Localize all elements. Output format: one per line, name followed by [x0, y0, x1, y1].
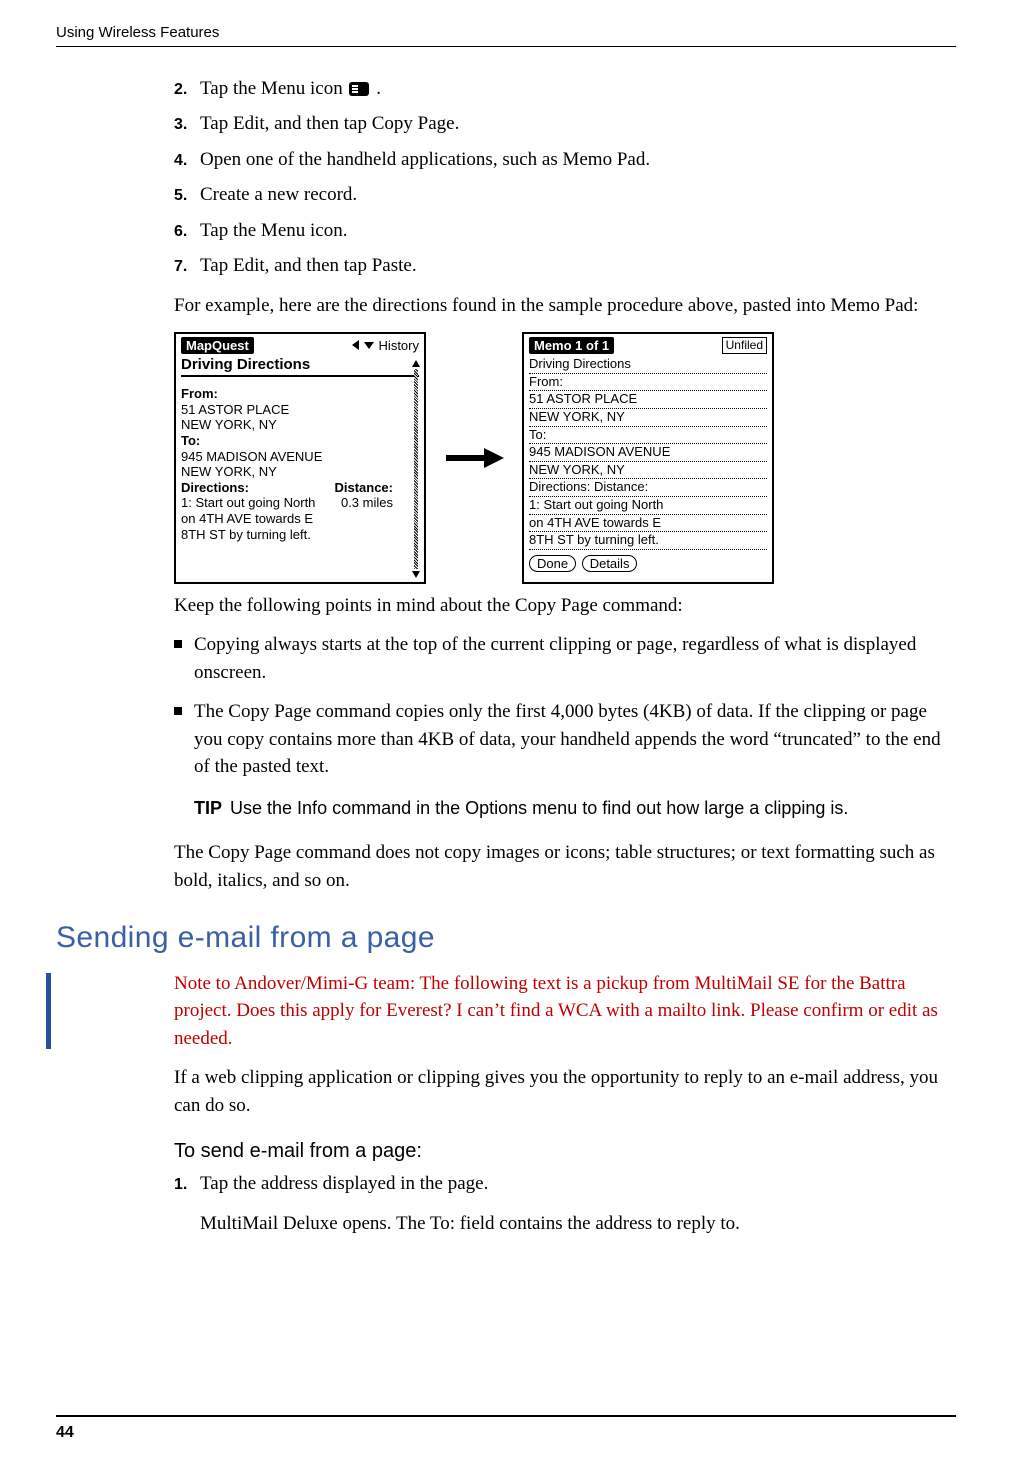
mapquest-body: From: 51 ASTOR PLACE NEW YORK, NY To: 94… [181, 380, 419, 542]
bullet-icon [174, 640, 182, 648]
directions-label: Directions: [181, 480, 249, 496]
memo-line: 945 MADISON AVENUE [529, 444, 767, 462]
direction-step-1b: on 4TH AVE towards E [181, 511, 407, 527]
back-icon[interactable] [352, 340, 359, 350]
scroll-up-icon[interactable] [412, 360, 420, 367]
step-5: 5. Create a new record. [174, 181, 956, 209]
distance-label: Distance: [334, 480, 393, 496]
tip-label: TIP [194, 798, 222, 818]
mapquest-heading: Driving Directions [181, 356, 419, 377]
step-2: 2. Tap the Menu icon . [174, 75, 956, 103]
step-number: 2. [174, 78, 196, 101]
step-number: 5. [174, 184, 196, 207]
tip-block: TIP Use the Info command in the Options m… [194, 795, 956, 821]
revision-bar [46, 973, 51, 1050]
from-label: From: [181, 386, 407, 402]
memo-line: on 4TH AVE towards E [529, 515, 767, 533]
memo-line: To: [529, 427, 767, 445]
section-heading: Sending e-mail from a page [56, 916, 956, 960]
figure-row: MapQuest History Driving Directions From… [174, 332, 956, 584]
details-button[interactable]: Details [582, 555, 638, 573]
memo-screen: Memo 1 of 1 Unfiled Driving Directions F… [522, 332, 774, 584]
step-number: 4. [174, 149, 196, 172]
scroll-down-icon[interactable] [412, 571, 420, 578]
to-line-2: NEW YORK, NY [181, 464, 407, 480]
revision-note: Note to Andover/Mimi-G team: The followi… [174, 970, 956, 1053]
distance-1: 0.3 miles [341, 495, 393, 511]
memo-body: Driving Directions From: 51 ASTOR PLACE … [529, 356, 767, 550]
menu-icon [349, 82, 369, 96]
step-text: Tap Edit, and then tap Copy Page. [200, 110, 459, 138]
dropdown-icon[interactable] [364, 342, 374, 349]
example-paragraph: For example, here are the directions fou… [174, 292, 956, 320]
memo-line: Driving Directions [529, 356, 767, 374]
bullet-text: The Copy Page command copies only the fi… [194, 698, 956, 781]
memo-line: 1: Start out going North [529, 497, 767, 515]
steps-list: 2. Tap the Menu icon . 3. Tap Edit, and … [174, 75, 956, 280]
bullet-item: The Copy Page command copies only the fi… [174, 698, 956, 781]
bullet-text: Copying always starts at the top of the … [194, 631, 956, 686]
memo-line: NEW YORK, NY [529, 462, 767, 480]
bullet-list: Copying always starts at the top of the … [174, 631, 956, 781]
keep-in-mind-paragraph: Keep the following points in mind about … [174, 592, 956, 620]
from-line-1: 51 ASTOR PLACE [181, 402, 407, 418]
step-number: 3. [174, 113, 196, 136]
page-number: 44 [56, 1421, 956, 1444]
step-text: Tap the Menu icon. [200, 217, 347, 245]
mapquest-titlebar: MapQuest History [181, 337, 419, 355]
done-button[interactable]: Done [529, 555, 576, 573]
bullet-icon [174, 707, 182, 715]
to-line-1: 945 MADISON AVENUE [181, 449, 407, 465]
step-text-part: Tap the Menu icon [200, 78, 343, 99]
step-7: 7. Tap Edit, and then tap Paste. [174, 252, 956, 280]
step-text: Tap Edit, and then tap Paste. [200, 252, 417, 280]
step-3: 3. Tap Edit, and then tap Copy Page. [174, 110, 956, 138]
steps-list-b: 1. Tap the address displayed in the page… [174, 1170, 956, 1198]
scrollbar[interactable] [412, 360, 421, 578]
bullet-item: Copying always starts at the top of the … [174, 631, 956, 686]
content-area: 2. Tap the Menu icon . 3. Tap Edit, and … [174, 75, 956, 1238]
step-text: Open one of the handheld applications, s… [200, 146, 650, 174]
nocopy-paragraph: The Copy Page command does not copy imag… [174, 839, 956, 894]
step-number: 6. [174, 220, 196, 243]
header-rule [56, 46, 956, 47]
step-number: 1. [174, 1173, 196, 1196]
memo-buttons: Done Details [529, 555, 767, 573]
step-6: 6. Tap the Menu icon. [174, 217, 956, 245]
step-1: 1. Tap the address displayed in the page… [174, 1170, 956, 1198]
memo-category[interactable]: Unfiled [722, 337, 767, 353]
step-text: Tap the address displayed in the page. [200, 1170, 488, 1198]
memo-line: NEW YORK, NY [529, 409, 767, 427]
memo-line: 51 ASTOR PLACE [529, 391, 767, 409]
mapquest-screen: MapQuest History Driving Directions From… [174, 332, 426, 584]
history-label[interactable]: History [379, 338, 419, 354]
memo-line: Directions: Distance: [529, 479, 767, 497]
footer-rule [56, 1415, 956, 1417]
section2-intro: If a web clipping application or clippin… [174, 1064, 956, 1119]
step-text-suffix: . [371, 78, 381, 99]
step-text: Tap the Menu icon . [200, 75, 381, 103]
step-1-result: MultiMail Deluxe opens. The To: field co… [200, 1210, 956, 1238]
mapquest-title: MapQuest [181, 337, 254, 355]
direction-step-1c: 8TH ST by turning left. [181, 527, 407, 543]
procedure-heading: To send e-mail from a page: [174, 1137, 956, 1166]
from-line-2: NEW YORK, NY [181, 417, 407, 433]
direction-step-1a: 1: Start out going North [181, 495, 315, 511]
step-text: Create a new record. [200, 181, 357, 209]
memo-titlebar: Memo 1 of 1 Unfiled [529, 337, 767, 355]
running-head: Using Wireless Features [56, 22, 956, 44]
footer: 44 [56, 1415, 956, 1444]
revision-note-text: Note to Andover/Mimi-G team: The followi… [174, 973, 938, 1049]
memo-line: From: [529, 374, 767, 392]
mapquest-title-right: History [352, 338, 419, 354]
to-label: To: [181, 433, 407, 449]
step-4: 4. Open one of the handheld applications… [174, 146, 956, 174]
memo-line: 8TH ST by turning left. [529, 532, 767, 550]
tip-text: Use the Info command in the Options menu… [230, 798, 848, 818]
scroll-track[interactable] [414, 369, 418, 569]
memo-title: Memo 1 of 1 [529, 337, 614, 355]
arrow-icon [444, 448, 504, 468]
step-number: 7. [174, 255, 196, 278]
